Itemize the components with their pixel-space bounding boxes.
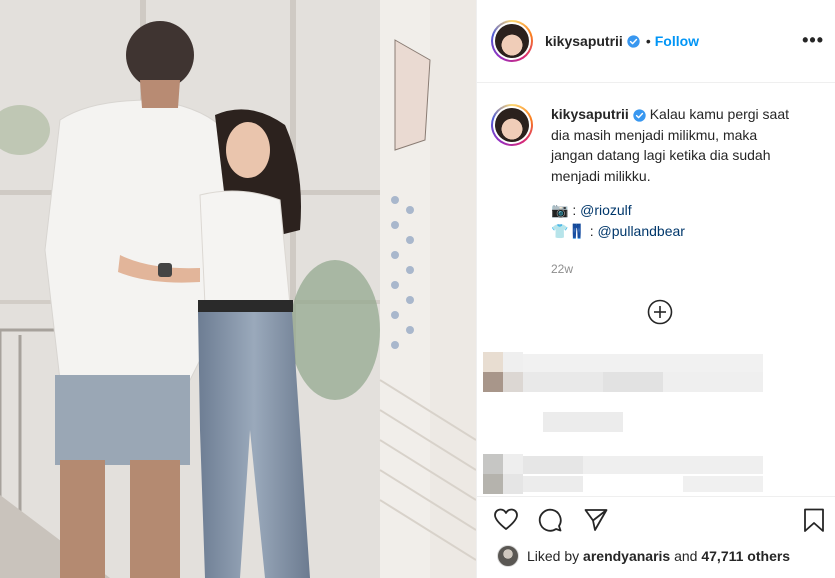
caption-text-line-3: jangan datang lagi ketika dia sudah bbox=[551, 147, 771, 163]
camera-icon: 📷 : bbox=[551, 202, 581, 218]
photo-credit: 📷 : @riozulf bbox=[551, 200, 789, 221]
likes-middle: and bbox=[674, 548, 698, 564]
follow-button[interactable]: Follow bbox=[655, 33, 699, 49]
separator-dot: • bbox=[645, 33, 651, 49]
caption-text-line-4: menjadi milikku. bbox=[551, 167, 651, 184]
outfit-credit-mention[interactable]: @pullandbear bbox=[598, 223, 685, 239]
likes-prefix: Liked by bbox=[527, 548, 580, 564]
paper-plane-icon[interactable] bbox=[583, 507, 609, 533]
caption-username[interactable]: kikysaputrii bbox=[551, 106, 629, 122]
comment-icon[interactable] bbox=[537, 507, 563, 533]
blurred-comment bbox=[483, 454, 783, 494]
caption-text-line-1: Kalau kamu pergi saat bbox=[649, 106, 790, 122]
post-header: kikysaputrii • Follow ••• bbox=[477, 0, 835, 83]
post-time-ago[interactable]: 22w bbox=[551, 259, 789, 280]
caption: kikysaputrii Kalau kamu pergi saat dia m… bbox=[491, 104, 821, 280]
caption-line: kikysaputrii Kalau kamu pergi saat bbox=[551, 104, 789, 125]
more-options-icon[interactable]: ••• bbox=[802, 30, 824, 51]
post-panel: kikysaputrii • Follow ••• kikysaputrii K… bbox=[476, 0, 835, 578]
post-photo[interactable] bbox=[0, 0, 476, 578]
outfit-credit: 👕👖 : @pullandbear bbox=[551, 221, 789, 242]
blurred-comment bbox=[483, 352, 783, 434]
author-username[interactable]: kikysaputrii bbox=[545, 33, 623, 49]
bookmark-icon[interactable] bbox=[801, 507, 827, 533]
pixelated-comment-block bbox=[483, 352, 763, 432]
caption-body: kikysaputrii Kalau kamu pergi saat dia m… bbox=[551, 104, 789, 280]
pixelated-comment-block bbox=[483, 454, 763, 494]
plus-circle-icon[interactable] bbox=[647, 299, 673, 325]
photo-credit-mention[interactable]: @riozulf bbox=[580, 202, 632, 218]
action-bar bbox=[477, 496, 835, 541]
liker-avatar[interactable] bbox=[497, 545, 519, 567]
caption-avatar[interactable] bbox=[491, 104, 533, 146]
heart-icon[interactable] bbox=[493, 507, 519, 533]
post-photo-illustration bbox=[0, 0, 476, 578]
liker-username[interactable]: arendyanaris bbox=[583, 548, 670, 564]
caption-text-line-2: dia masih menjadi milikmu, maka bbox=[551, 126, 758, 143]
verified-badge-icon bbox=[627, 34, 640, 48]
likes-summary: Liked by arendyanaris and 47,711 others bbox=[497, 545, 790, 567]
likes-count[interactable]: 47,711 others bbox=[701, 548, 790, 564]
verified-badge-icon bbox=[633, 109, 646, 122]
clothes-icon: 👕👖 : bbox=[551, 222, 598, 239]
avatar[interactable] bbox=[491, 20, 533, 62]
